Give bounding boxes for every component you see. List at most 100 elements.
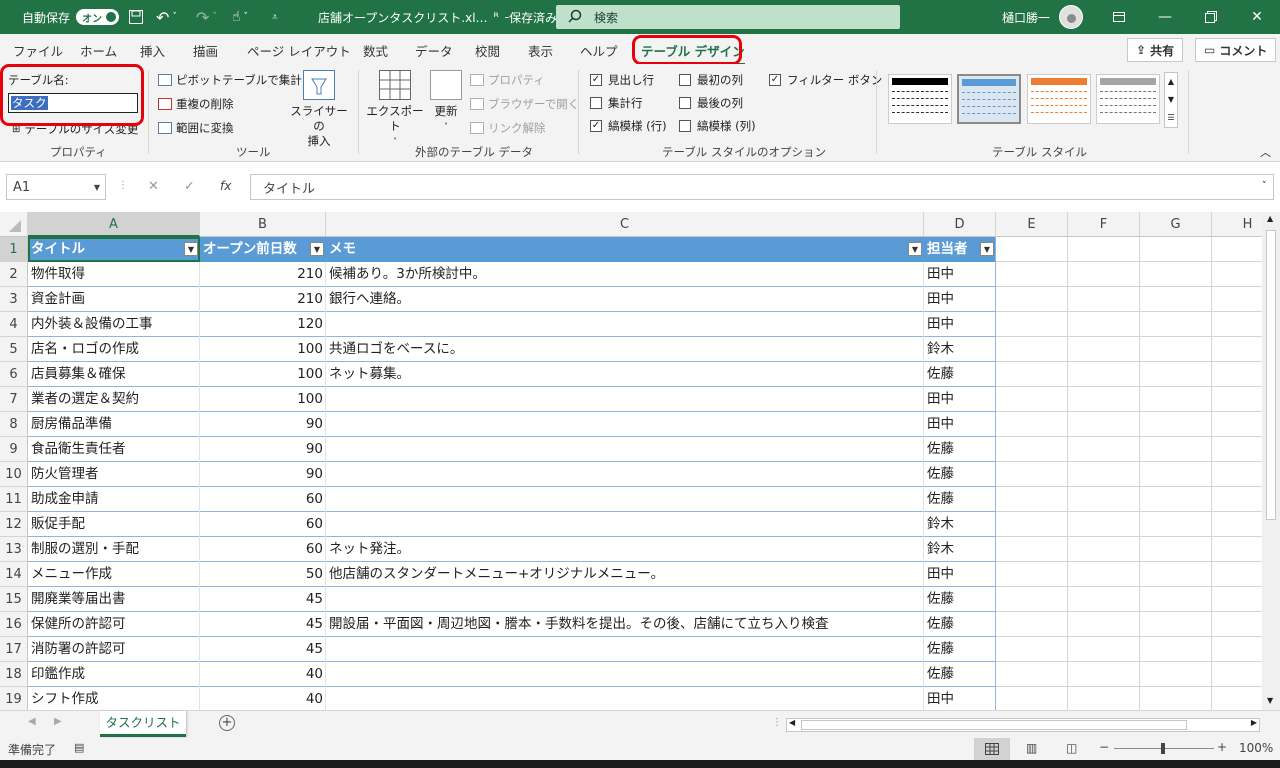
column-header-b[interactable]: B — [200, 212, 326, 237]
cell-memo[interactable] — [326, 487, 924, 512]
column-header-d[interactable]: D — [924, 212, 996, 237]
tab-insert[interactable]: 挿入 — [140, 41, 165, 60]
row-header-8[interactable]: 8 — [0, 412, 28, 437]
cell-owner[interactable]: 鈴木 — [924, 512, 996, 537]
cell-memo[interactable] — [326, 662, 924, 687]
unlink-button[interactable]: リンク解除 — [470, 120, 546, 136]
name-box[interactable]: A1 ▼ — [6, 174, 106, 200]
row-header-5[interactable]: 5 — [0, 337, 28, 362]
cell-owner[interactable]: 佐藤 — [924, 437, 996, 462]
cell-memo[interactable] — [326, 387, 924, 412]
scroll-down-icon[interactable]: ▼ — [1267, 696, 1273, 705]
row-header-19[interactable]: 19 — [0, 687, 28, 710]
cell-owner[interactable]: 佐藤 — [924, 587, 996, 612]
cell-memo[interactable] — [326, 437, 924, 462]
header-row-checkbox[interactable]: ✓ — [590, 74, 602, 86]
expand-formula-bar-icon[interactable]: ˅ — [1262, 181, 1267, 191]
cell-owner[interactable]: 田中 — [924, 262, 996, 287]
banded-rows-option[interactable]: ✓ 縞模様 (行) — [590, 118, 667, 134]
cell-memo[interactable] — [326, 637, 924, 662]
page-break-view-icon[interactable]: ◫ — [1066, 741, 1077, 755]
vertical-scroll-thumb[interactable] — [1266, 230, 1276, 520]
total-row-option[interactable]: 集計行 — [590, 95, 643, 111]
row-header-9[interactable]: 9 — [0, 437, 28, 462]
cell-memo[interactable] — [326, 412, 924, 437]
cell-title[interactable]: 厨房備品準備 — [28, 412, 200, 437]
cancel-icon[interactable]: ✕ — [148, 179, 159, 194]
insert-function-icon[interactable]: fx — [220, 179, 231, 193]
banded-columns-option[interactable]: 縞模様 (列) — [679, 118, 756, 134]
cell-title[interactable]: 開廃業等届出書 — [28, 587, 200, 612]
column-header-f[interactable]: F — [1068, 212, 1140, 237]
cell-days[interactable]: 45 — [200, 587, 326, 612]
user-name[interactable]: 樋口勝一 — [1002, 0, 1050, 34]
cell-title[interactable]: 物件取得 — [28, 262, 200, 287]
cell-owner[interactable]: 佐藤 — [924, 612, 996, 637]
cell-title[interactable]: 制服の選別・手配 — [28, 537, 200, 562]
zoom-in-icon[interactable]: + — [1217, 740, 1227, 754]
table-style-orange[interactable] — [1027, 74, 1091, 124]
cell-memo[interactable]: 他店舗のスタンダートメニュー+オリジナルメニュー。 — [326, 562, 924, 587]
cell-days[interactable]: 90 — [200, 412, 326, 437]
sheetbar-splitter-icon[interactable]: ⋮ — [772, 717, 782, 728]
save-icon[interactable] — [128, 0, 144, 34]
filter-dropdown-icon[interactable]: ▼ — [184, 242, 198, 256]
table-header-title[interactable]: タイトル ▼ — [28, 237, 200, 262]
cell-days[interactable]: 210 — [200, 287, 326, 312]
zoom-level[interactable]: 100% — [1239, 741, 1273, 755]
add-sheet-icon[interactable]: + — [219, 715, 235, 731]
enter-icon[interactable]: ✓ — [184, 179, 195, 194]
cell-title[interactable]: 食品衛生責任者 — [28, 437, 200, 462]
tab-draw[interactable]: 描画 — [193, 41, 218, 60]
cell-owner[interactable]: 田中 — [924, 412, 996, 437]
touch-mode-icon[interactable]: ☝ ˅ — [232, 0, 248, 34]
share-button[interactable]: ⇪ 共有 — [1127, 38, 1184, 62]
cell-title[interactable]: 防火管理者 — [28, 462, 200, 487]
row-header-17[interactable]: 17 — [0, 637, 28, 662]
row-header-16[interactable]: 16 — [0, 612, 28, 637]
user-avatar[interactable] — [1059, 0, 1083, 34]
cell-owner[interactable]: 鈴木 — [924, 537, 996, 562]
undo-icon[interactable]: ↶ ˅ — [156, 0, 177, 34]
cell-memo[interactable]: 開設届・平面図・周辺地図・謄本・手数料を提出。その後、店舗にて立ち入り検査 — [326, 612, 924, 637]
select-all-corner[interactable] — [0, 212, 28, 237]
cell-memo[interactable]: 銀行へ連絡。 — [326, 287, 924, 312]
cell-title[interactable]: 店員募集＆確保 — [28, 362, 200, 387]
last-column-checkbox[interactable] — [679, 97, 691, 109]
table-header-days[interactable]: オープン前日数 ▼ — [200, 237, 326, 262]
row-header-14[interactable]: 14 — [0, 562, 28, 587]
cell-owner[interactable]: 田中 — [924, 287, 996, 312]
cell-title[interactable]: 資金計画 — [28, 287, 200, 312]
banded-columns-checkbox[interactable] — [679, 120, 691, 132]
filter-dropdown-icon[interactable]: ▼ — [980, 242, 994, 256]
cell-memo[interactable] — [326, 312, 924, 337]
scroll-right-icon[interactable]: ▶ — [1251, 718, 1257, 727]
redo-icon[interactable]: ↷ ˅ — [196, 0, 217, 34]
table-header-owner[interactable]: 担当者 ▼ — [924, 237, 996, 262]
horizontal-scroll-thumb[interactable] — [801, 720, 1187, 730]
normal-view-button[interactable] — [974, 738, 1010, 760]
cell-memo[interactable]: 候補あり。3か所検討中。 — [326, 262, 924, 287]
cell-days[interactable]: 45 — [200, 637, 326, 662]
cell-memo[interactable]: ネット発注。 — [326, 537, 924, 562]
cell-owner[interactable]: 田中 — [924, 687, 996, 710]
cell-days[interactable]: 90 — [200, 462, 326, 487]
filter-dropdown-icon[interactable]: ▼ — [908, 242, 922, 256]
ribbon-display-icon[interactable] — [1096, 0, 1142, 34]
sheet-tab-tasklist[interactable]: タスクリスト — [100, 711, 186, 737]
cell-title[interactable]: 保健所の許認可 — [28, 612, 200, 637]
total-row-checkbox[interactable] — [590, 97, 602, 109]
cell-days[interactable]: 60 — [200, 512, 326, 537]
cell-title[interactable]: メニュー作成 — [28, 562, 200, 587]
cell-days[interactable]: 120 — [200, 312, 326, 337]
cell-owner[interactable]: 佐藤 — [924, 362, 996, 387]
cell-owner[interactable]: 田中 — [924, 387, 996, 412]
header-row-option[interactable]: ✓ 見出し行 — [590, 72, 654, 88]
column-header-e[interactable]: E — [996, 212, 1068, 237]
cell-memo[interactable] — [326, 587, 924, 612]
row-header-4[interactable]: 4 — [0, 312, 28, 337]
cell-days[interactable]: 40 — [200, 662, 326, 687]
cell-memo[interactable]: ネット募集。 — [326, 362, 924, 387]
row-header-11[interactable]: 11 — [0, 487, 28, 512]
insert-slicer-button[interactable]: スライサーの 挿入 — [288, 70, 350, 149]
